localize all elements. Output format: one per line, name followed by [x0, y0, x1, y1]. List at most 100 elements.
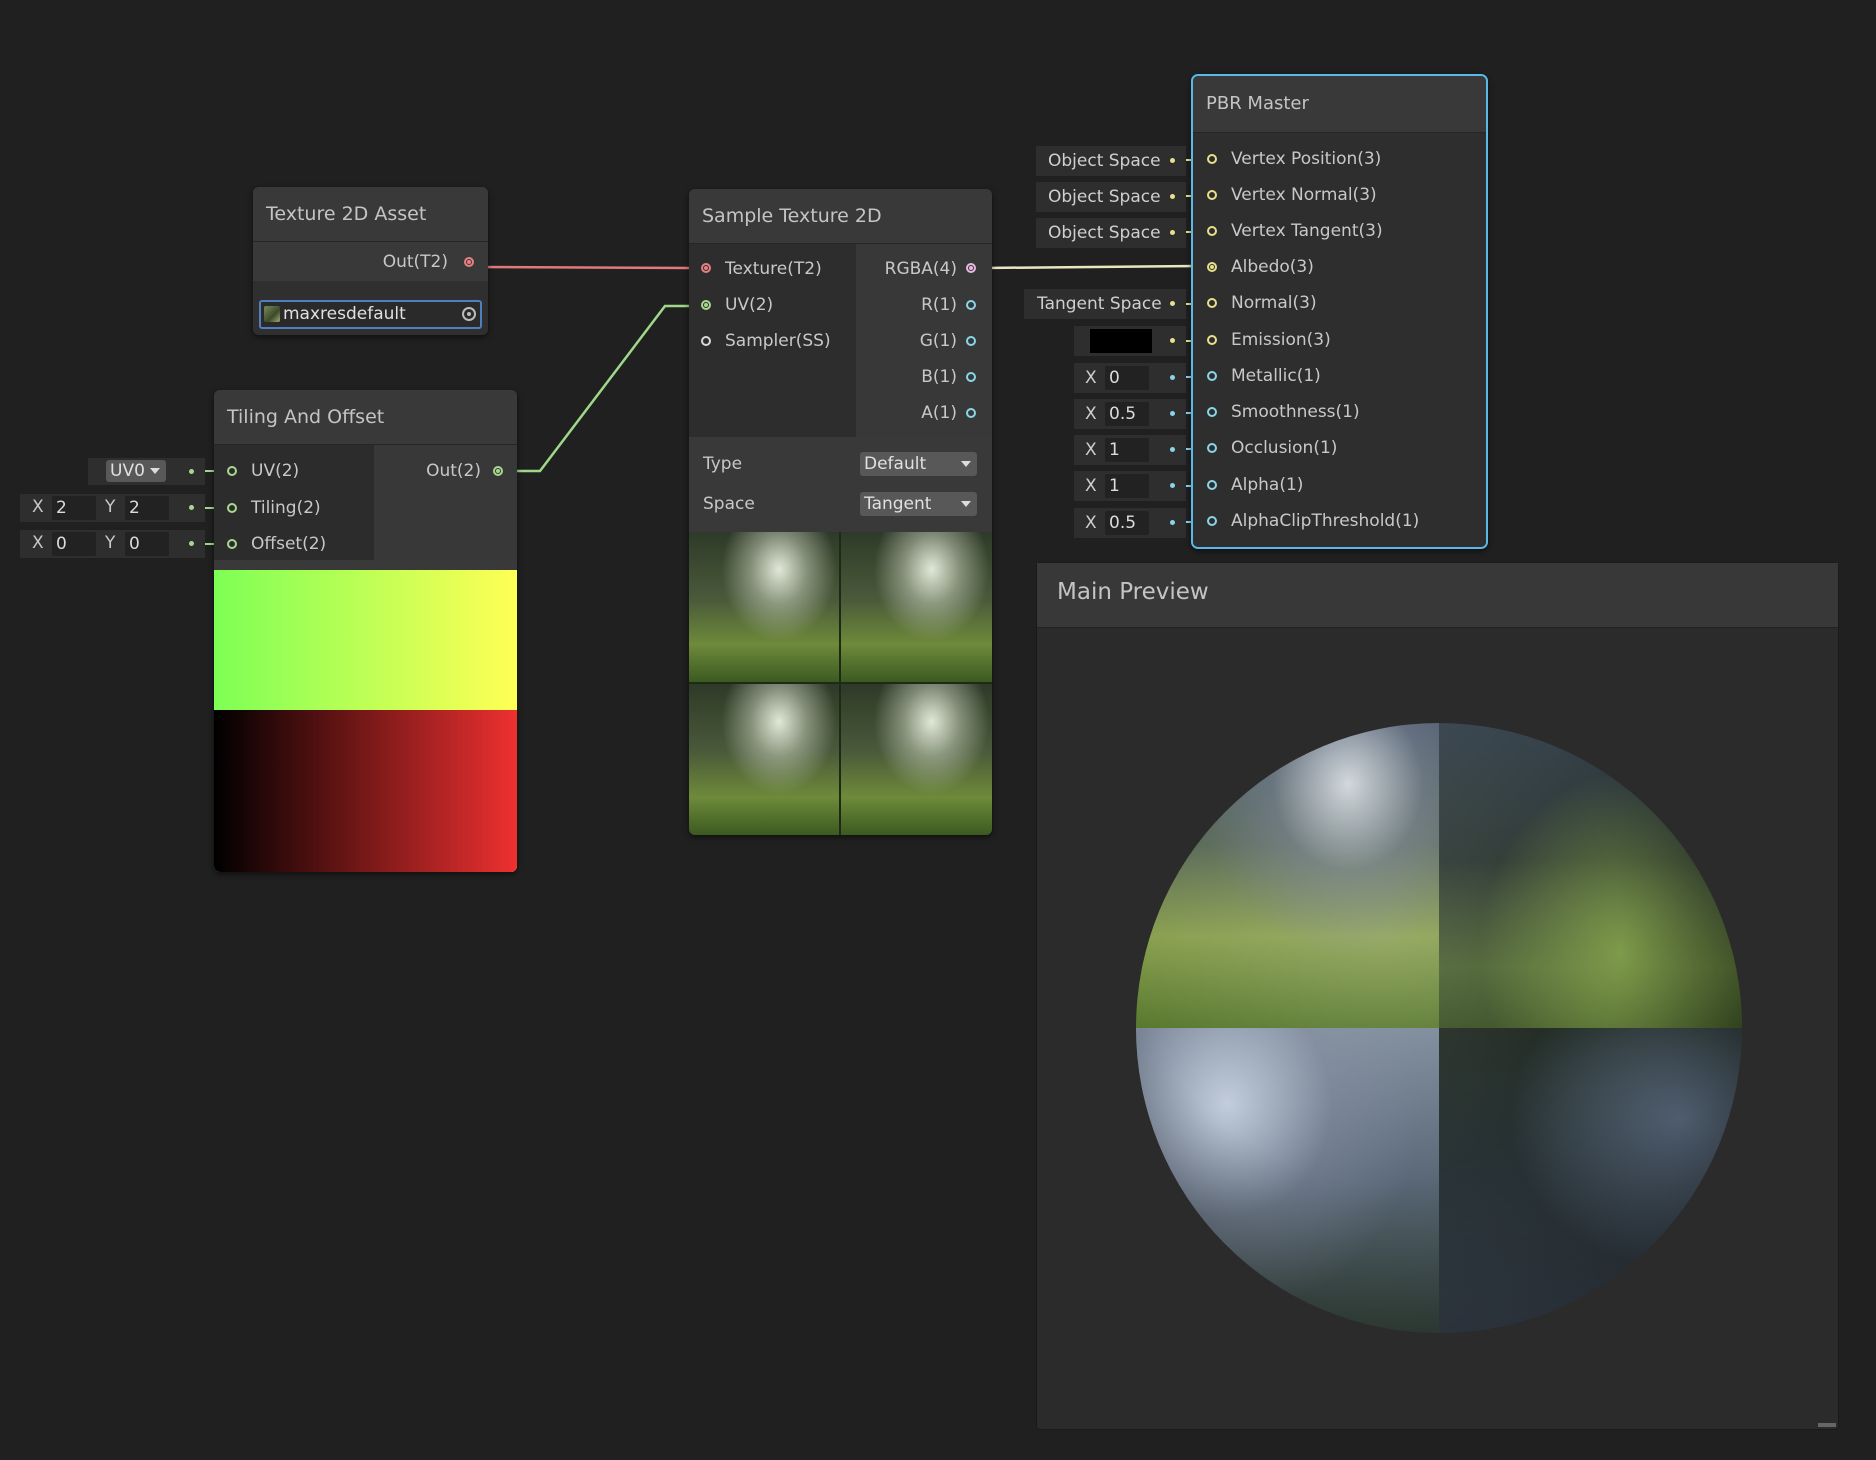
- main-preview-title: Main Preview: [1057, 579, 1209, 605]
- in-port-label: Texture(T2): [725, 259, 822, 279]
- main-preview-panel[interactable]: Main Preview: [1036, 562, 1839, 1430]
- edge-rgba[interactable]: [982, 264, 1199, 270]
- image-icon: [264, 306, 280, 322]
- uv-channel-dropdown[interactable]: UV0: [106, 460, 166, 482]
- tiling-y-label: Y: [105, 497, 116, 517]
- stub-connector-dot: [1170, 158, 1175, 163]
- stub-connector-dot: [1170, 447, 1175, 452]
- in-port-label: Alpha(1): [1231, 475, 1304, 495]
- stub-label: Object Space: [1048, 151, 1161, 171]
- in-port-label: Metallic(1): [1231, 366, 1321, 386]
- tiling-and-offset-node[interactable]: Tiling And Offset UV(2) Tiling(2) Offset…: [214, 390, 517, 872]
- in-port-alpha-clip-threshold[interactable]: [1207, 516, 1217, 526]
- in-port-label: Vertex Tangent(3): [1231, 221, 1383, 241]
- offset-x-label: X: [32, 533, 44, 553]
- space-dropdown[interactable]: Tangent: [860, 492, 977, 516]
- stub-connector-dot: [189, 541, 194, 546]
- x-label: X: [1085, 440, 1097, 460]
- emission-color-swatch[interactable]: [1090, 329, 1152, 353]
- type-label: Type: [703, 454, 743, 474]
- space-value: Tangent: [864, 494, 932, 514]
- type-value: Default: [864, 454, 927, 474]
- sample-texture-2d-node[interactable]: Sample Texture 2D Texture(T2) UV(2) Samp…: [689, 189, 992, 835]
- alpha-clip-input[interactable]: 0.5: [1105, 511, 1149, 535]
- out-port-label: B(1): [921, 367, 957, 387]
- resize-handle[interactable]: [1818, 1423, 1836, 1427]
- in-port-albedo[interactable]: [1207, 262, 1217, 272]
- normal-stub: Tangent Space: [1024, 289, 1186, 319]
- out-port-b[interactable]: [966, 372, 976, 382]
- uv-channel-stub: UV0: [88, 458, 205, 485]
- in-port-occlusion[interactable]: [1207, 443, 1217, 453]
- stub-connector-dot: [1170, 520, 1175, 525]
- in-port-label: Albedo(3): [1231, 257, 1314, 277]
- smoothness-stub: X 0.5: [1074, 399, 1186, 429]
- texture-preview: [689, 532, 992, 835]
- vertex-normal-stub: Object Space: [1036, 182, 1186, 212]
- edge-uv[interactable]: [509, 304, 690, 473]
- out-port-g[interactable]: [966, 336, 976, 346]
- in-port-label: Tiling(2): [251, 498, 321, 518]
- type-dropdown[interactable]: Default: [860, 452, 977, 476]
- main-preview-header[interactable]: Main Preview: [1037, 563, 1838, 628]
- edge-texture[interactable]: [479, 265, 691, 270]
- in-port-texture[interactable]: [701, 263, 711, 273]
- in-port-alpha[interactable]: [1207, 480, 1217, 490]
- chevron-down-icon: [961, 501, 971, 507]
- forest-tile: [841, 532, 992, 682]
- vertex-position-stub: Object Space: [1036, 146, 1186, 176]
- out-port-a[interactable]: [966, 408, 976, 418]
- in-port-label: Smoothness(1): [1231, 402, 1360, 422]
- in-port-metallic[interactable]: [1207, 371, 1217, 381]
- in-port-vertex-normal[interactable]: [1207, 190, 1217, 200]
- stub-connector-dot: [1170, 411, 1175, 416]
- tiling-y-input[interactable]: 2: [125, 496, 169, 520]
- in-port-vertex-tangent[interactable]: [1207, 226, 1217, 236]
- in-port-uv[interactable]: [701, 300, 711, 310]
- in-port-label: UV(2): [251, 461, 300, 481]
- metallic-input[interactable]: 0: [1105, 366, 1149, 390]
- in-port-emission[interactable]: [1207, 335, 1217, 345]
- x-label: X: [1085, 404, 1097, 424]
- out-port-texture[interactable]: [464, 257, 474, 267]
- offset-x-input[interactable]: 0: [52, 532, 96, 556]
- in-port-offset[interactable]: [227, 539, 237, 549]
- in-port-label: UV(2): [725, 295, 774, 315]
- out-port-label: A(1): [921, 403, 957, 423]
- alpha-input[interactable]: 1: [1105, 474, 1149, 498]
- smoothness-input[interactable]: 0.5: [1105, 402, 1149, 426]
- stub-connector-dot: [1170, 375, 1175, 380]
- offset-stub: X 0 Y 0: [20, 530, 205, 558]
- in-port-sampler[interactable]: [701, 336, 711, 346]
- object-picker-icon[interactable]: [462, 307, 476, 321]
- in-port-normal[interactable]: [1207, 298, 1217, 308]
- tiling-stub: X 2 Y 2: [20, 494, 205, 522]
- stub-connector-dot: [1170, 338, 1175, 343]
- stub-connector-dot: [1170, 230, 1175, 235]
- offset-y-input[interactable]: 0: [125, 532, 169, 556]
- forest-tile: [841, 684, 992, 835]
- forest-tile: [689, 684, 839, 835]
- stub-label: Object Space: [1048, 187, 1161, 207]
- in-port-smoothness[interactable]: [1207, 407, 1217, 417]
- tiling-x-input[interactable]: 2: [52, 496, 96, 520]
- uv-preview: [214, 570, 517, 872]
- occlusion-input[interactable]: 1: [1105, 438, 1149, 462]
- in-port-uv[interactable]: [227, 466, 237, 476]
- emission-stub: [1074, 326, 1186, 356]
- texture-object-field[interactable]: maxresdefault: [259, 300, 482, 329]
- out-port-label: Out(2): [426, 461, 481, 481]
- texture-2d-asset-node[interactable]: Texture 2D Asset Out(T2) maxresdefault: [253, 187, 488, 335]
- preview-sphere[interactable]: [1136, 723, 1742, 1333]
- alpha-clip-stub: X 0.5: [1074, 508, 1186, 538]
- in-port-tiling[interactable]: [227, 503, 237, 513]
- out-port-rgba[interactable]: [966, 263, 976, 273]
- out-port-r[interactable]: [966, 300, 976, 310]
- alpha-stub: X 1: [1074, 471, 1186, 501]
- metallic-stub: X 0: [1074, 363, 1186, 393]
- out-port-uv[interactable]: [493, 466, 503, 476]
- out-port-label: G(1): [919, 331, 957, 351]
- stub-connector-dot: [1170, 483, 1175, 488]
- out-port-label: R(1): [921, 295, 957, 315]
- in-port-vertex-position[interactable]: [1207, 154, 1217, 164]
